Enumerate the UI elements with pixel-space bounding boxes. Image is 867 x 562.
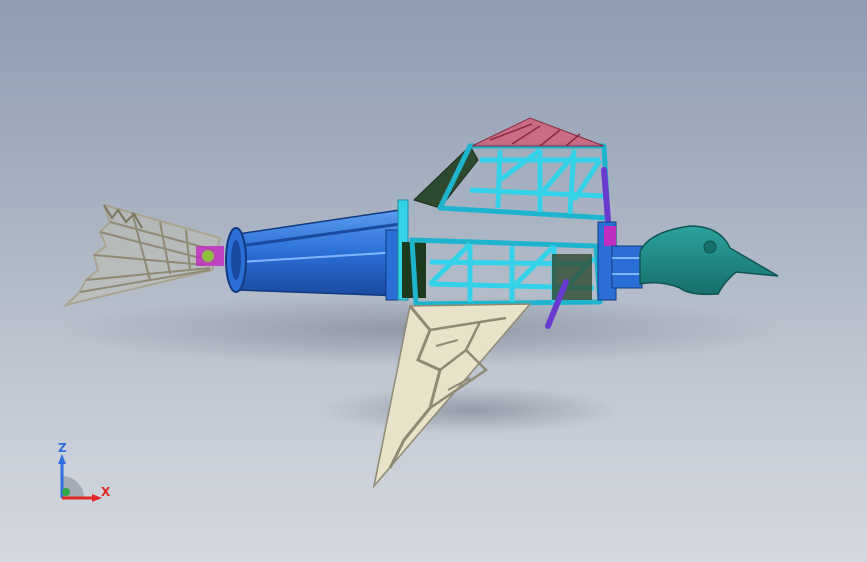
3d-model-view[interactable] (0, 0, 867, 562)
eye (703, 240, 717, 254)
upper-frame[interactable] (437, 143, 611, 221)
z-axis-label: Z (58, 441, 67, 455)
wing-shadow (320, 386, 620, 434)
lower-dark-panel[interactable] (552, 254, 592, 300)
bird-head[interactable] (639, 225, 779, 296)
x-axis-label: X (101, 485, 111, 499)
front-bulkhead[interactable] (597, 221, 643, 301)
view-orientation-triad[interactable] (44, 436, 124, 516)
body-tube[interactable] (225, 209, 403, 297)
tail-joint[interactable] (196, 246, 224, 266)
graphics-viewport[interactable]: Z X (0, 0, 867, 562)
top-wing-membrane[interactable] (471, 117, 605, 147)
